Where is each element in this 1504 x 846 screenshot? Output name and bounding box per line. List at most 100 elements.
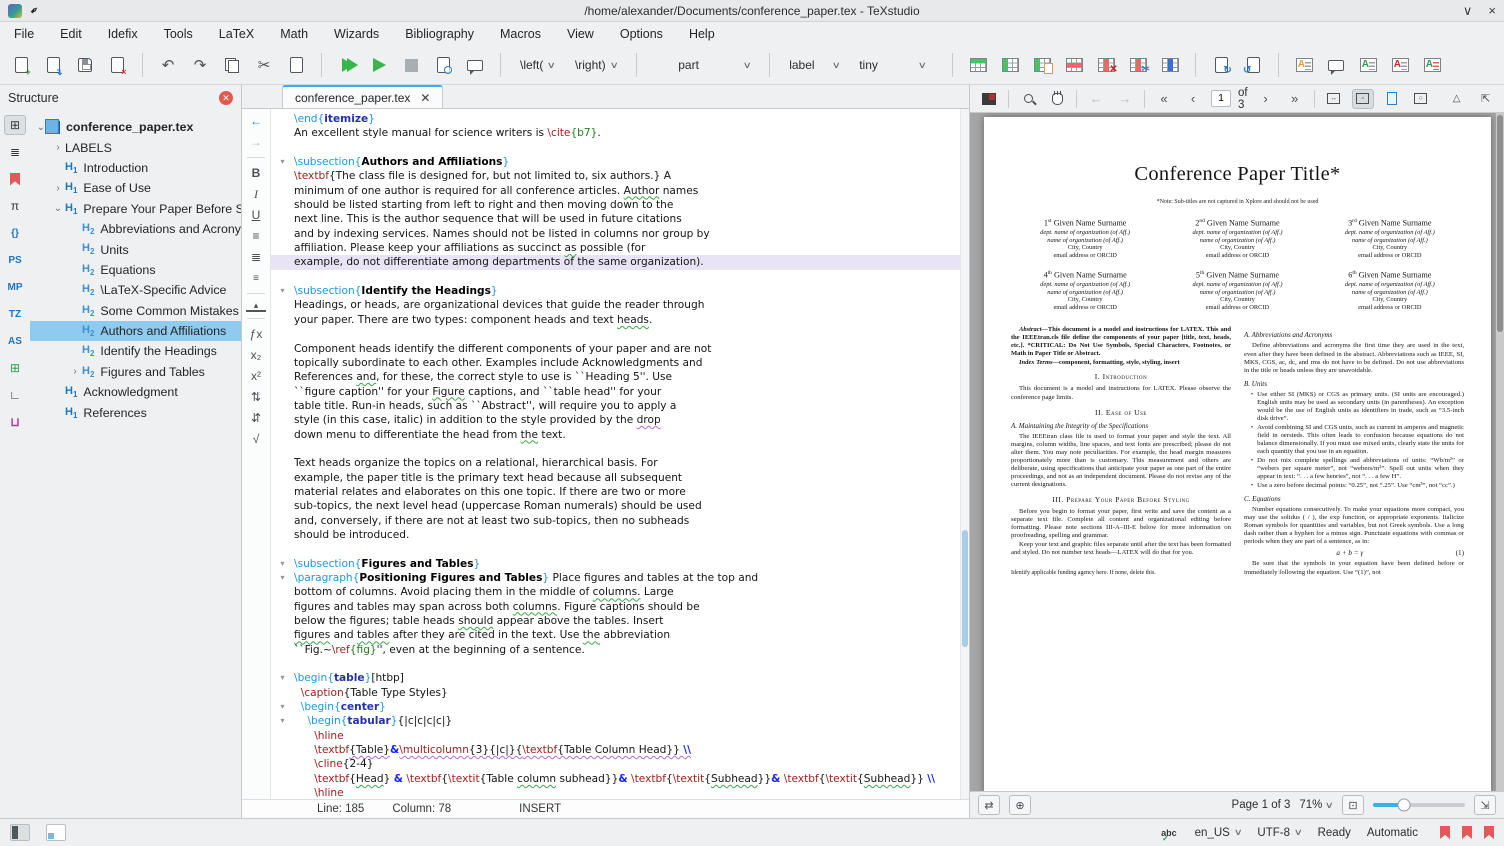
structure-item-ease-of-use[interactable]: ›H1Ease of Use xyxy=(30,178,241,198)
editor-tool-inline-math[interactable]: ƒx xyxy=(246,325,266,343)
editor-line[interactable] xyxy=(271,657,969,671)
menu-file[interactable]: File xyxy=(14,27,34,41)
menu-latex[interactable]: LaTeX xyxy=(219,27,254,41)
editor-line[interactable]: example, the paper title is the primary … xyxy=(271,471,969,485)
expander-icon[interactable]: › xyxy=(51,142,65,153)
reformat-latex-button[interactable] xyxy=(1208,52,1234,78)
editor-line[interactable]: \caption{Table Type Styles} xyxy=(271,686,969,700)
bookmark-icon[interactable] xyxy=(1484,826,1494,839)
table-align-column-button[interactable] xyxy=(1157,52,1183,78)
editor-line[interactable]: ▾ \begin{tabular}{|c|c|c|c|} xyxy=(271,714,969,728)
editor-tool-sqrt[interactable]: √ xyxy=(246,430,266,448)
editor-line[interactable] xyxy=(271,442,969,456)
tab-close-icon[interactable]: ✕ xyxy=(420,91,430,105)
menu-macros[interactable]: Macros xyxy=(500,27,541,41)
pdf-scrollbar[interactable] xyxy=(1496,113,1504,791)
new-document-button[interactable]: + xyxy=(8,52,34,78)
left-delimiter-dropdown[interactable]: \left(∨ xyxy=(513,55,562,75)
menu-view[interactable]: View xyxy=(567,27,594,41)
spellcheck-icon[interactable]: abc✓ xyxy=(1161,828,1179,838)
pdf-fullscreen-button[interactable]: ⇲ xyxy=(1474,795,1496,815)
structure-item-authors-and-affiliations[interactable]: H2Authors and Affiliations xyxy=(30,321,241,341)
structure-item-references[interactable]: H1References xyxy=(30,402,241,422)
comment-bubble-button[interactable] xyxy=(1323,52,1349,78)
editor-tool-underline[interactable]: U xyxy=(246,206,266,224)
editor-line[interactable]: and by indexing services. Names should n… xyxy=(271,227,969,241)
editor-line[interactable]: ▾\subsection{Identify the Headings} xyxy=(271,284,969,298)
editor-tool-align-center[interactable]: ≣ xyxy=(246,248,266,266)
encoding-dropdown[interactable]: UTF-8∨ xyxy=(1257,827,1301,839)
structure-item-equations[interactable]: H2Equations xyxy=(30,260,241,280)
pdf-zoom-slider[interactable] xyxy=(1373,803,1465,807)
pdf-first-page-button[interactable]: « xyxy=(1153,89,1175,109)
pdf-prev-page-button[interactable]: ‹ xyxy=(1182,89,1204,109)
editor-line[interactable]: ``Fig.~\ref{fig}'', even at the beginnin… xyxy=(271,643,969,657)
save-button[interactable] xyxy=(72,52,98,78)
editor-line[interactable]: style (in this case, italic) in addition… xyxy=(271,413,969,427)
structure-item-prepare-your-paper-before-styling[interactable]: ⌄H1Prepare Your Paper Before Styling xyxy=(30,199,241,219)
table-paste-column-button[interactable] xyxy=(1029,52,1055,78)
structure-item-conference-paper-tex[interactable]: ⌄conference_paper.tex xyxy=(30,117,241,137)
review-reject-button[interactable] xyxy=(1387,52,1413,78)
toggle-left-panel-button[interactable] xyxy=(10,824,30,841)
review-accept-button[interactable] xyxy=(1355,52,1381,78)
editor-line[interactable]: next line. This is the author sequence t… xyxy=(271,212,969,226)
editor-line[interactable]: example, do not differentiate among depa… xyxy=(271,255,969,269)
pdf-next-page-button[interactable]: › xyxy=(1255,89,1277,109)
editor-line[interactable]: figures and tables may span across both … xyxy=(271,600,969,614)
table-remove-row-button[interactable] xyxy=(1061,52,1087,78)
pdf-zoom-slider-knob[interactable] xyxy=(1398,799,1411,812)
editor-line[interactable]: ▾\paragraph{Positioning Figures and Tabl… xyxy=(271,571,969,585)
structure-item-labels[interactable]: ›LABELS xyxy=(30,137,241,157)
sidebar-tab-metapost[interactable]: MP xyxy=(4,277,26,297)
sidebar-tab-math-symbols[interactable]: π xyxy=(4,196,26,216)
editor-line[interactable]: sub-topics, the next level head (upperca… xyxy=(271,499,969,513)
highlight-text-button[interactable] xyxy=(1291,52,1317,78)
editor-line[interactable] xyxy=(271,141,969,155)
editor-tool-frac[interactable]: ⇅ xyxy=(246,388,266,406)
sidebar-tab-clipboard[interactable]: ⊔ xyxy=(4,412,26,432)
label-dropdown[interactable]: label∨ xyxy=(782,55,846,75)
structure-item-acknowledgment[interactable]: H1Acknowledgment xyxy=(30,382,241,402)
tab-conference-paper[interactable]: conference_paper.tex ✕ xyxy=(282,85,443,108)
editor-line[interactable]: should be listed starting from left to r… xyxy=(271,198,969,212)
pdf-last-page-button[interactable]: » xyxy=(1284,89,1306,109)
table-remove-column-button[interactable] xyxy=(1093,52,1119,78)
menu-tools[interactable]: Tools xyxy=(164,27,193,41)
menu-help[interactable]: Help xyxy=(689,27,715,41)
editor-tool-align-left[interactable]: ≡ xyxy=(246,227,266,245)
convert-to-latex-button[interactable] xyxy=(1240,52,1266,78)
editor-tool-back[interactable]: ← xyxy=(246,112,266,130)
structure-item-introduction[interactable]: H1Introduction xyxy=(30,158,241,178)
editor-tool-italic[interactable]: I xyxy=(246,185,266,203)
editor-line[interactable]: figures and tables after they are cited … xyxy=(271,628,969,642)
editor-line[interactable]: your paper. There are two types: compone… xyxy=(271,313,969,327)
sidebar-tab-axis[interactable]: ∟ xyxy=(4,385,26,405)
sidebar-tab-pstricks[interactable]: PS xyxy=(4,250,26,270)
code-editor[interactable]: \end{itemize}An excellent style manual f… xyxy=(271,109,969,799)
editor-line[interactable]: \end{itemize} xyxy=(271,112,969,126)
sidebar-tab-snippets[interactable]: ⊞ xyxy=(4,358,26,378)
pdf-single-page-button[interactable] xyxy=(1381,89,1403,109)
editor-line[interactable]: and, conversely, if there are not at lea… xyxy=(271,514,969,528)
editor-line[interactable]: ▾\subsection{Figures and Tables} xyxy=(271,557,969,571)
expander-icon[interactable]: › xyxy=(68,366,82,377)
pdf-forward-button[interactable]: → xyxy=(1114,89,1136,109)
editor-tool-superscript[interactable]: x² xyxy=(246,367,266,385)
pdf-zoom-dropdown[interactable]: 71%∨ xyxy=(1299,799,1333,811)
undo-button[interactable]: ↶ xyxy=(155,52,181,78)
toggle-bottom-panel-button[interactable] xyxy=(46,824,66,841)
editor-line[interactable]: Component heads identify the different c… xyxy=(271,342,969,356)
close-document-button[interactable]: × xyxy=(104,52,130,78)
pdf-detach-viewer-icon[interactable]: ⇱ xyxy=(1475,89,1497,109)
expander-icon[interactable]: › xyxy=(51,183,65,194)
pdf-zoom-original-button[interactable]: ⊡ xyxy=(1342,795,1364,815)
review-track-button[interactable] xyxy=(1419,52,1445,78)
editor-scrollbar-thumb[interactable] xyxy=(962,530,968,647)
window-close-icon[interactable]: × xyxy=(1488,3,1496,19)
pdf-pan-tool-button[interactable] xyxy=(1046,89,1068,109)
sidebar-tab-todo-list[interactable]: ≣ xyxy=(4,142,26,162)
fold-marker[interactable]: ▾ xyxy=(271,671,294,685)
pdf-fit-text-button[interactable]: ○ xyxy=(1410,89,1432,109)
editor-line[interactable]: References and, for these, the correct s… xyxy=(271,370,969,384)
